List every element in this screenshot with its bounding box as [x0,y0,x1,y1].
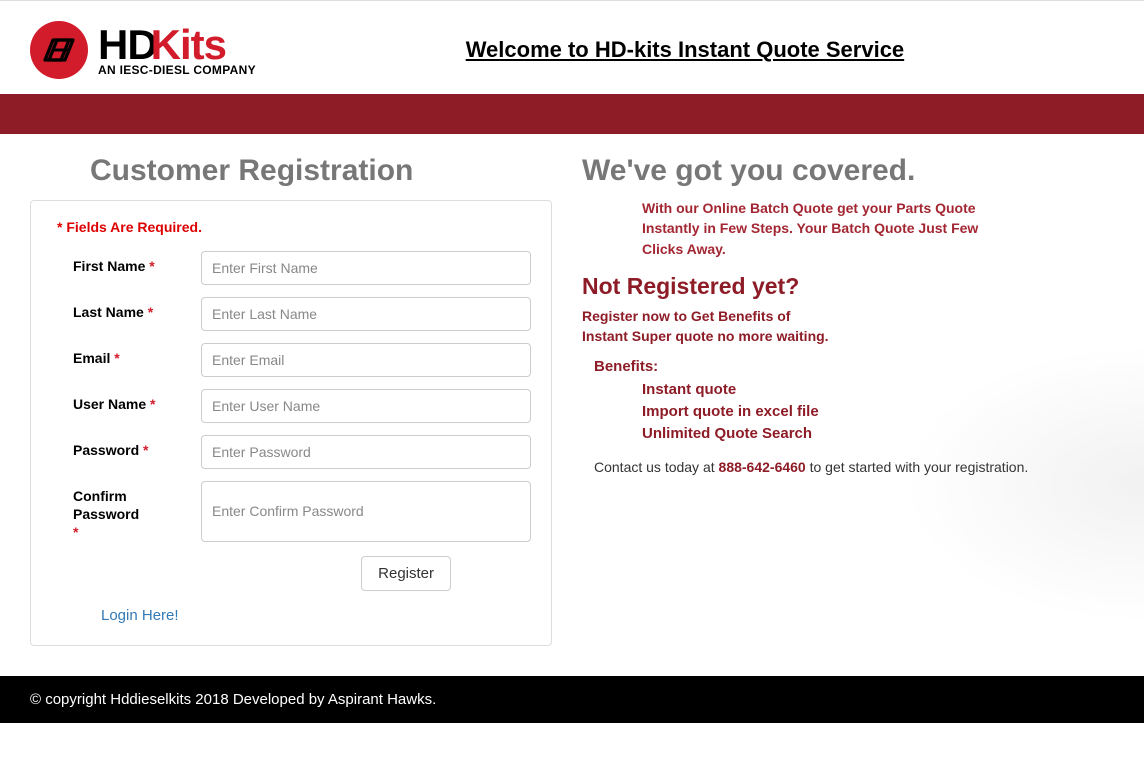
registration-panel: Customer Registration * Fields Are Requi… [30,154,552,646]
contact-text: Contact us today at 888-642-6460 to get … [582,459,1104,475]
user-name-label: User Name * [51,389,181,423]
benefit-item: Instant quote [642,379,1104,401]
form-row: Last Name * [51,297,531,331]
first-name-input[interactable] [201,251,531,285]
password-input[interactable] [201,435,531,469]
first-name-label: First Name * [51,251,181,285]
form-row: User Name * [51,389,531,423]
benefits-label: Benefits: [582,358,1104,375]
email-input[interactable] [201,343,531,377]
registration-form: * Fields Are Required. First Name * Last… [30,200,552,646]
footer: © copyright Hddieselkits 2018 Developed … [0,676,1144,723]
logo-icon [30,21,88,79]
last-name-label: Last Name * [51,297,181,331]
required-note: * Fields Are Required. [57,219,531,235]
info-title: We've got you covered. [582,154,1104,188]
benefit-item: Import quote in excel file [642,401,1104,423]
user-name-input[interactable] [201,389,531,423]
page-title: Welcome to HD-kits Instant Quote Service [256,37,1114,63]
logo-tagline: AN IESC-DIESL COMPANY [98,64,256,76]
login-link[interactable]: Login Here! [101,607,179,624]
registration-heading: Customer Registration [30,154,552,188]
main: Customer Registration * Fields Are Requi… [0,134,1144,676]
header: HD Kits AN IESC-DIESL COMPANY Welcome to… [0,1,1144,94]
logo: HD Kits AN IESC-DIESL COMPANY [30,21,256,79]
info-promo: With our Online Batch Quote get your Par… [582,198,1022,259]
confirm-password-label: Confirm Password* [51,481,181,542]
logo-text: HD Kits AN IESC-DIESL COMPANY [98,24,256,76]
header-band [0,94,1144,134]
form-row: Confirm Password* [51,481,531,542]
form-actions: Register [51,556,531,591]
contact-phone: 888-642-6460 [719,459,806,475]
benefits-list: Instant quote Import quote in excel file… [582,379,1104,444]
register-button[interactable]: Register [361,556,451,591]
register-now-text: Register now to Get Benefits of Instant … [582,306,1104,347]
logo-black: HD [98,24,157,66]
logo-red: Kits [151,24,226,66]
info-panel: We've got you covered. With our Online B… [582,154,1114,646]
form-row: Email * [51,343,531,377]
not-registered-heading: Not Registered yet? [582,273,1104,300]
form-row: First Name * [51,251,531,285]
form-row: Password * [51,435,531,469]
last-name-input[interactable] [201,297,531,331]
email-label: Email * [51,343,181,377]
password-label: Password * [51,435,181,469]
confirm-password-input[interactable] [201,481,531,542]
benefit-item: Unlimited Quote Search [642,423,1104,445]
